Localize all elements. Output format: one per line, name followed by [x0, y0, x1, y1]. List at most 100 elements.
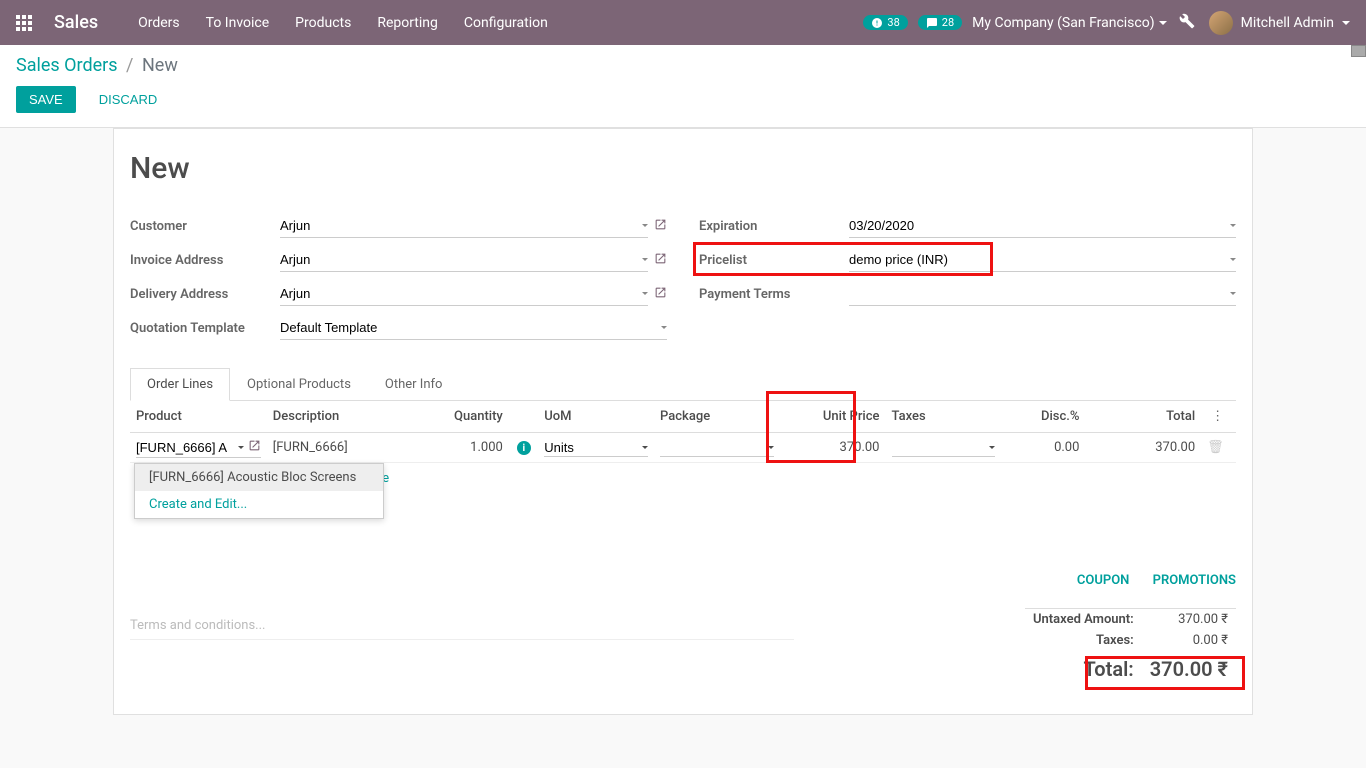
- customer-field[interactable]: [280, 214, 648, 238]
- footer-links: COUPON PROMOTIONS: [130, 573, 1236, 588]
- menu-reporting[interactable]: Reporting: [377, 15, 438, 31]
- disc-cell[interactable]: 0.00: [1001, 433, 1085, 463]
- tab-other-info[interactable]: Other Info: [368, 368, 460, 400]
- chevron-down-icon: [238, 446, 244, 449]
- chevron-down-icon: [1159, 21, 1167, 25]
- chevron-down-icon: [661, 326, 667, 329]
- col-product: Product: [130, 401, 267, 433]
- col-disc: Disc.%: [1001, 401, 1085, 433]
- label-invoice-addr: Invoice Address: [130, 253, 280, 268]
- expiration-field[interactable]: [849, 214, 1236, 238]
- uom-input[interactable]: [544, 440, 640, 455]
- discard-button[interactable]: Discard: [86, 86, 171, 113]
- taxes-cell[interactable]: [892, 439, 996, 457]
- total-label: Total:: [1025, 651, 1142, 684]
- chevron-down-icon: [1230, 258, 1236, 261]
- description-cell[interactable]: [FURN_6666]: [267, 433, 425, 463]
- messages-count: 28: [942, 16, 954, 29]
- breadcrumb: Sales Orders / New: [16, 55, 1350, 76]
- taxes-label: Taxes:: [1025, 630, 1142, 651]
- breadcrumb-root[interactable]: Sales Orders: [16, 55, 118, 76]
- company-switcher[interactable]: My Company (San Francisco): [972, 15, 1166, 31]
- pricelist-field[interactable]: [849, 248, 1236, 272]
- external-link-icon[interactable]: [248, 439, 261, 456]
- payment-field[interactable]: [849, 282, 1236, 306]
- taxes-input[interactable]: [892, 440, 988, 455]
- activity-count: 38: [887, 16, 899, 29]
- save-button[interactable]: Save: [16, 86, 76, 113]
- kebab-icon[interactable]: ⋮: [1207, 409, 1228, 424]
- total-value: 370.00 ₹: [1142, 651, 1236, 684]
- col-taxes: Taxes: [886, 401, 1002, 433]
- label-payment: Payment Terms: [699, 287, 849, 302]
- debug-icon[interactable]: [1179, 13, 1195, 33]
- trash-icon[interactable]: 🗑: [1207, 440, 1224, 455]
- chevron-down-icon: [989, 446, 995, 449]
- breadcrumb-current: New: [142, 55, 178, 76]
- pricelist-input[interactable]: [849, 250, 1226, 269]
- menu-configuration[interactable]: Configuration: [464, 15, 548, 31]
- scrollbar-thumb[interactable]: [1351, 45, 1366, 57]
- activity-badge[interactable]: 38: [863, 15, 907, 30]
- customer-input[interactable]: [280, 216, 638, 235]
- uom-cell[interactable]: [544, 439, 648, 457]
- package-cell[interactable]: [660, 439, 774, 457]
- label-delivery-addr: Delivery Address: [130, 287, 280, 302]
- tab-order-lines[interactable]: Order Lines: [130, 368, 230, 401]
- product-cell[interactable]: [136, 438, 261, 458]
- untaxed-label: Untaxed Amount:: [1025, 608, 1142, 630]
- label-customer: Customer: [130, 219, 280, 234]
- col-unit-price: Unit Price: [780, 401, 885, 433]
- top-navbar: Sales Orders To Invoice Products Reporti…: [0, 0, 1366, 45]
- expiration-input[interactable]: [849, 216, 1226, 235]
- chevron-down-icon: [1342, 21, 1350, 25]
- chevron-down-icon: [642, 224, 648, 227]
- chevron-down-icon: [642, 292, 648, 295]
- company-name: My Company (San Francisco): [972, 15, 1154, 31]
- menu-products[interactable]: Products: [295, 15, 351, 31]
- messages-badge[interactable]: 28: [918, 15, 962, 30]
- delivery-addr-input[interactable]: [280, 284, 638, 303]
- notebook-tabs: Order Lines Optional Products Other Info: [130, 368, 1236, 401]
- tab-optional-products[interactable]: Optional Products: [230, 368, 368, 400]
- label-pricelist: Pricelist: [699, 253, 849, 268]
- quantity-cell[interactable]: 1.000: [425, 433, 509, 463]
- form-sheet: New Customer Invoice Address: [113, 128, 1253, 715]
- col-description: Description: [267, 401, 425, 433]
- external-link-icon[interactable]: [654, 286, 667, 303]
- coupon-link[interactable]: COUPON: [1077, 573, 1130, 588]
- external-link-icon[interactable]: [654, 252, 667, 269]
- label-expiration: Expiration: [699, 219, 849, 234]
- breadcrumb-sep: /: [126, 55, 133, 76]
- chevron-down-icon: [642, 258, 648, 261]
- package-input[interactable]: [660, 440, 766, 455]
- template-field[interactable]: [280, 316, 667, 340]
- promotions-link[interactable]: PROMOTIONS: [1153, 573, 1236, 588]
- menu-orders[interactable]: Orders: [138, 15, 180, 31]
- avatar: [1209, 11, 1233, 35]
- control-panel: Sales Orders / New Save Discard: [0, 45, 1366, 128]
- payment-input[interactable]: [849, 284, 1226, 303]
- product-input[interactable]: [136, 440, 236, 455]
- apps-icon[interactable]: [16, 15, 32, 31]
- info-icon[interactable]: i: [517, 441, 531, 455]
- brand-title: Sales: [54, 12, 98, 33]
- template-input[interactable]: [280, 318, 657, 337]
- user-name: Mitchell Admin: [1241, 15, 1334, 31]
- col-uom: UoM: [538, 401, 654, 433]
- totals-block: Untaxed Amount: 370.00 ₹ Taxes: 0.00 ₹ T…: [1025, 608, 1236, 684]
- external-link-icon[interactable]: [654, 218, 667, 235]
- product-autocomplete: [FURN_6666] Acoustic Bloc Screens Create…: [134, 463, 384, 519]
- invoice-addr-field[interactable]: [280, 248, 648, 272]
- unit-price-cell[interactable]: 370.00: [780, 433, 885, 463]
- invoice-addr-input[interactable]: [280, 250, 638, 269]
- menu-to-invoice[interactable]: To Invoice: [206, 15, 270, 31]
- chevron-down-icon: [1230, 224, 1236, 227]
- col-quantity: Quantity: [425, 401, 509, 433]
- terms-field[interactable]: Terms and conditions...: [130, 618, 794, 640]
- delivery-addr-field[interactable]: [280, 282, 648, 306]
- user-menu[interactable]: Mitchell Admin: [1209, 11, 1350, 35]
- main-menu: Orders To Invoice Products Reporting Con…: [138, 15, 548, 31]
- autocomplete-option[interactable]: [FURN_6666] Acoustic Bloc Screens: [135, 464, 383, 491]
- autocomplete-create-edit[interactable]: Create and Edit...: [135, 491, 383, 518]
